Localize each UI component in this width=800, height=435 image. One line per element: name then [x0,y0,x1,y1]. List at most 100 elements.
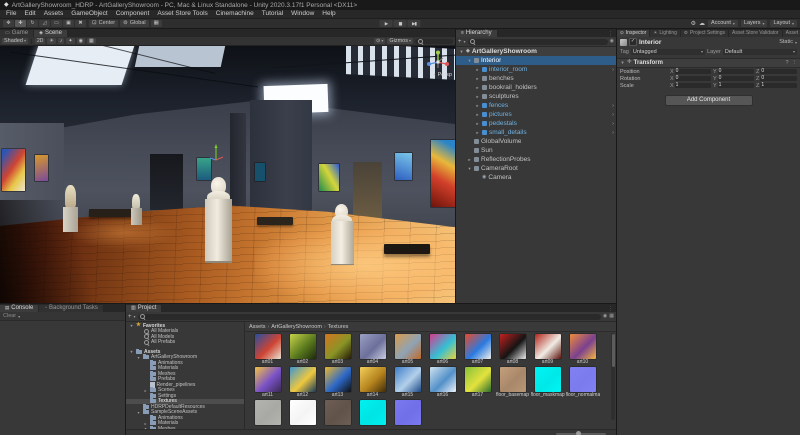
arrow-closed-icon[interactable]: ▸ [475,112,480,118]
texture-item-art14[interactable]: art14 [355,367,390,400]
texture-item-floor-basemap[interactable]: floor_basemap [495,367,530,400]
hierarchy-search-input[interactable] [468,39,608,45]
component-menu-icon[interactable]: ⋮ [792,60,798,66]
texture-item-art16[interactable]: art16 [425,367,460,400]
hierarchy-item-interior-room[interactable]: ▸interior_room› [456,65,616,74]
arrow-closed-icon[interactable]: ▸ [467,157,472,163]
scene-visibility-icon[interactable]: ◉ [610,39,614,44]
texture-item-art11[interactable]: art11 [250,367,285,400]
scene-search-input[interactable] [415,39,453,44]
tag-dropdown[interactable]: Untagged ▾ [631,49,705,55]
create-asset-button[interactable]: + [128,314,132,320]
layers-dropdown[interactable]: Layers ▾ [741,20,768,27]
prefab-open-arrow-icon[interactable]: › [612,121,614,127]
camera-settings-dropdown[interactable]: ⊙ ▾ [374,38,385,44]
rotate-tool-button[interactable]: ↻ [27,20,38,27]
arrow-open-icon[interactable]: ▾ [467,166,472,172]
lighting-toggle-button[interactable]: ☀ [47,38,55,44]
tab-project-settings[interactable]: ⚙Project Settings [681,30,729,37]
arrow-open-icon[interactable]: ▾ [129,349,134,354]
arrow-open-icon[interactable]: ▾ [467,58,472,64]
prefab-open-arrow-icon[interactable]: › [612,130,614,136]
tab-hierarchy[interactable]: ≡ Hierarchy [456,30,498,37]
hierarchy-item-pictures[interactable]: ▸pictures› [456,110,616,119]
arrow-open-icon[interactable]: ▾ [136,355,141,360]
shading-mode-dropdown[interactable]: Shaded ▾ [2,38,28,44]
texture-item-art05[interactable]: art05 [390,334,425,367]
position-y-field[interactable]: 0 [718,69,754,74]
tab-asset-store-validator[interactable]: Asset Store Validator [729,30,783,37]
texture-item-art17[interactable]: art17 [460,367,495,400]
arrow-closed-icon[interactable]: ▸ [475,85,480,91]
prefab-open-arrow-icon[interactable]: › [612,67,614,73]
tab-console[interactable]: ▤Console [0,305,39,312]
custom-tool-button[interactable]: ✖ [75,20,86,27]
transform-component-header[interactable]: ▾ ✛ Transform ? ⋮ [617,58,800,68]
static-dropdown[interactable]: Static ▾ [779,39,797,45]
rotation-y-field[interactable]: 0 [718,76,754,81]
layout-dropdown[interactable]: Layout ▾ [770,20,797,27]
gizmos-dropdown[interactable]: Gizmos ▾ [387,38,413,44]
package-filter-icon[interactable]: ▦ [609,314,614,319]
step-button[interactable]: ▶▮ [408,20,421,27]
grid-toggle-button[interactable]: ▦ [87,38,96,44]
texture-swatch[interactable] [285,400,320,429]
cloud-icon[interactable]: ☁ [699,20,705,27]
texture-swatch[interactable] [390,400,425,429]
arrow-open-icon[interactable]: ▾ [620,60,625,66]
arrow-open-icon[interactable]: ▾ [136,410,141,415]
view-orientation-gizmo[interactable] [425,49,451,73]
project-search-input[interactable] [138,314,601,320]
texture-item-art13[interactable]: art13 [320,367,355,400]
hierarchy-item-reflectionprobes[interactable]: ▸ReflectionProbes [456,155,616,164]
pan-tool-button[interactable]: ✥ [3,20,14,27]
help-icon[interactable]: ? [785,60,788,66]
texture-item-art04[interactable]: art04 [355,334,390,367]
texture-item-floor-maskmap[interactable]: floor_maskmap [530,367,565,400]
pause-button[interactable]: ▮▮ [394,20,407,27]
tab-lighting[interactable]: ☀Lighting [650,30,681,37]
tab-project[interactable]: ▥ Project [126,305,162,312]
texture-swatch[interactable] [355,400,390,429]
move-tool-button[interactable]: ✛ [15,20,26,27]
texture-item-art08[interactable]: art08 [495,334,530,367]
hidden-packages-icon[interactable]: ◉ [603,314,607,319]
menu-window[interactable]: Window [287,10,318,18]
breadcrumb-textures[interactable]: Textures [328,324,349,330]
arrow-closed-icon[interactable]: ▸ [475,94,480,100]
scale-z-field[interactable]: 1 [760,83,797,88]
arrow-closed-icon[interactable]: ▸ [475,130,480,136]
menu-assets[interactable]: Assets [40,10,68,18]
prefab-open-arrow-icon[interactable]: › [612,103,614,109]
arrow-closed-icon[interactable]: ▸ [475,121,480,127]
tab-background-tasks[interactable]: ◔Background Tasks [39,305,104,312]
hierarchy-item-sculptures[interactable]: ▸sculptures [456,92,616,101]
menu-cinemachine[interactable]: Cinemachine [212,10,258,18]
clear-button[interactable]: Clear [3,313,16,319]
position-z-field[interactable]: 0 [760,69,797,74]
hidden-objects-button[interactable]: ◉ [77,38,85,44]
scale-x-field[interactable]: 1 [675,83,711,88]
hierarchy-scene-row[interactable]: ▾ ◈ ArtGalleryShowroom [456,47,616,56]
rotation-z-field[interactable]: 0 [760,76,797,81]
effects-toggle-button[interactable]: ✦ [66,38,74,44]
arrow-open-icon[interactable]: ▾ [459,49,464,55]
2d-toggle-button[interactable]: 2D [35,38,45,44]
slider-knob[interactable] [576,431,581,435]
breadcrumb-artgalleryshowroom[interactable]: ArtGalleryShowroom [271,324,322,330]
hierarchy-item-interior[interactable]: ▾Interior [456,56,616,65]
texture-item-art10[interactable]: art10 [565,334,600,367]
active-checkbox[interactable]: ✓ [629,38,637,46]
texture-item-art15[interactable]: art15 [390,367,425,400]
hierarchy-item-fences[interactable]: ▸fences› [456,101,616,110]
texture-item-art06[interactable]: art06 [425,334,460,367]
texture-item-art09[interactable]: art09 [530,334,565,367]
texture-swatch[interactable] [320,400,355,429]
arrow-open-icon[interactable]: ▾ [129,323,134,328]
menu-file[interactable]: File [2,10,20,18]
hierarchy-item-cameraroot[interactable]: ▾CameraRoot [456,164,616,173]
tab-asset-store-uploader[interactable]: Asset Store Uploader [783,30,800,37]
texture-item-art02[interactable]: art02 [285,334,320,367]
pivot-toggle-button[interactable]: ⊡ Center [89,20,118,27]
object-name[interactable]: Interior [639,39,661,46]
